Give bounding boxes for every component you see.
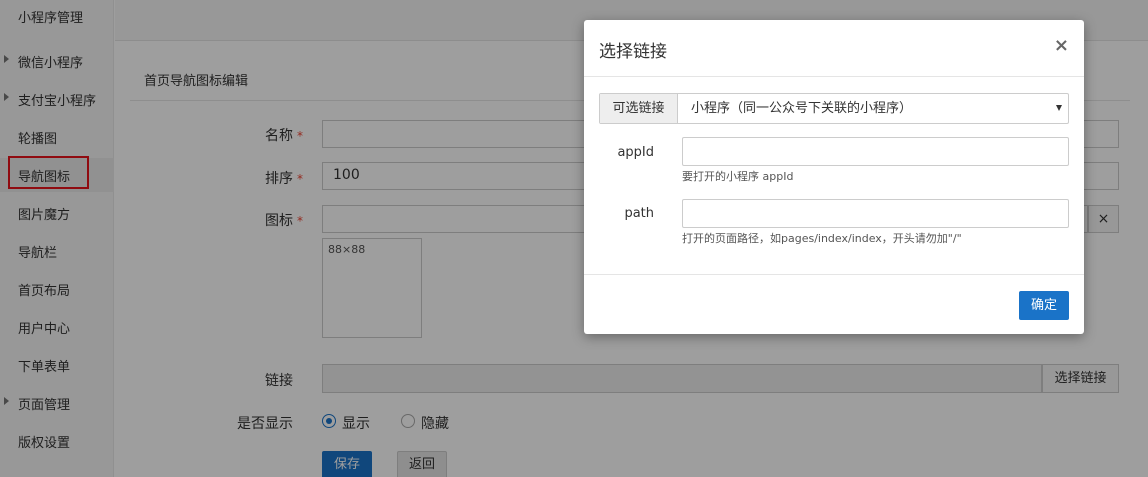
modal-header: 选择链接 ×: [584, 20, 1084, 77]
close-icon[interactable]: ×: [1054, 37, 1069, 55]
caret-down-icon: [1056, 105, 1062, 111]
path-input[interactable]: [682, 199, 1069, 228]
confirm-button[interactable]: 确定: [1019, 291, 1069, 320]
appid-label: appId: [617, 145, 654, 160]
link-type-select[interactable]: 可选链接 小程序（同一公众号下关联的小程序）: [599, 93, 1069, 124]
path-help-text: 打开的页面路径，如pages/index/index，开头请勿加"/": [682, 232, 962, 245]
select-link-modal: 选择链接 × 可选链接 小程序（同一公众号下关联的小程序） appId 要打开的…: [584, 20, 1084, 334]
appid-help-text: 要打开的小程序 appId: [682, 170, 794, 183]
path-label: path: [624, 206, 654, 221]
modal-title: 选择链接: [599, 42, 667, 62]
modal-footer-divider: [584, 274, 1084, 275]
select-addon-label: 可选链接: [600, 94, 678, 123]
appid-input[interactable]: [682, 137, 1069, 166]
select-value: 小程序（同一公众号下关联的小程序）: [691, 101, 913, 116]
